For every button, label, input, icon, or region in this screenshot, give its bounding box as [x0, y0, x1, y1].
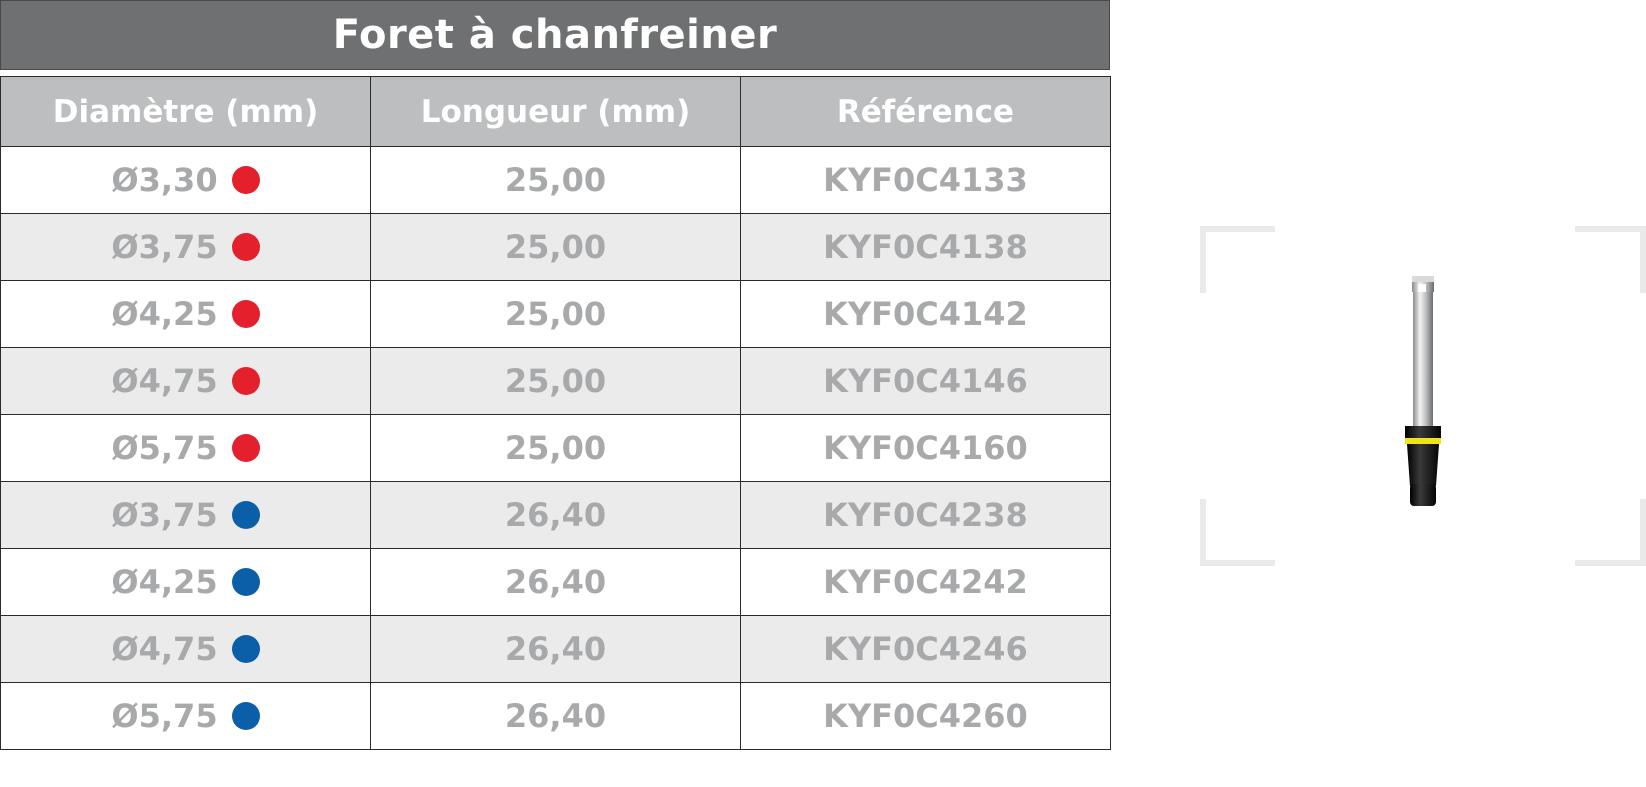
cell-length: 25,00 — [370, 280, 741, 348]
table-row: Ø3,30 25,00 KYF0C4133 — [0, 146, 1111, 214]
cell-diameter: Ø3,30 — [0, 146, 371, 214]
red-dot-icon — [231, 434, 260, 462]
table-row: Ø4,75 26,40 KYF0C4246 — [0, 615, 1111, 683]
product-spec-table: Diamètre (mm) Longueur (mm) Référence Ø3… — [0, 76, 1111, 750]
blue-dot-icon — [231, 702, 260, 730]
blue-dot-icon — [231, 501, 260, 529]
diameter-value: Ø3,30 — [111, 161, 218, 199]
diameter-value-group: Ø4,75 — [111, 630, 260, 668]
diameter-value: Ø3,75 — [111, 496, 218, 534]
red-dot-icon — [231, 300, 260, 328]
diameter-value-group: Ø5,75 — [111, 429, 260, 467]
column-header-diameter: Diamètre (mm) — [0, 76, 371, 147]
column-header-length: Longueur (mm) — [370, 76, 741, 147]
diameter-value-group: Ø4,25 — [111, 295, 260, 333]
diameter-value-group: Ø3,75 — [111, 228, 260, 266]
cell-length: 25,00 — [370, 146, 741, 214]
cell-reference: KYF0C4160 — [740, 414, 1111, 482]
diameter-value: Ø5,75 — [111, 429, 218, 467]
diameter-value-group: Ø4,75 — [111, 362, 260, 400]
cell-reference: KYF0C4246 — [740, 615, 1111, 683]
red-dot-icon — [231, 166, 260, 194]
blue-dot-icon — [231, 635, 260, 663]
cell-reference: KYF0C4138 — [740, 213, 1111, 281]
diameter-value: Ø5,75 — [111, 697, 218, 735]
diameter-value-group: Ø3,75 — [111, 496, 260, 534]
table-title: Foret à chanfreiner — [332, 12, 778, 58]
diameter-value-group: Ø3,30 — [111, 161, 260, 199]
table-row: Ø5,75 26,40 KYF0C4260 — [0, 682, 1111, 750]
cell-reference: KYF0C4238 — [740, 481, 1111, 549]
blue-dot-icon — [231, 568, 260, 596]
cell-diameter: Ø4,25 — [0, 548, 371, 616]
cell-length: 26,40 — [370, 548, 741, 616]
cell-length: 26,40 — [370, 615, 741, 683]
table-row: Ø4,25 26,40 KYF0C4242 — [0, 548, 1111, 616]
chamfer-drill-icon — [1405, 276, 1441, 506]
cell-length: 25,00 — [370, 213, 741, 281]
cell-diameter: Ø3,75 — [0, 213, 371, 281]
cell-diameter: Ø4,25 — [0, 280, 371, 348]
table-row: Ø4,75 25,00 KYF0C4146 — [0, 347, 1111, 415]
diameter-value: Ø4,25 — [111, 295, 218, 333]
red-dot-icon — [231, 367, 260, 395]
diameter-value: Ø4,75 — [111, 362, 218, 400]
cell-diameter: Ø3,75 — [0, 481, 371, 549]
table-title-bar: Foret à chanfreiner — [0, 0, 1110, 70]
table-row: Ø3,75 25,00 KYF0C4138 — [0, 213, 1111, 281]
cell-diameter: Ø5,75 — [0, 682, 371, 750]
cell-reference: KYF0C4133 — [740, 146, 1111, 214]
cell-length: 25,00 — [370, 414, 741, 482]
red-dot-icon — [231, 233, 260, 261]
diameter-value-group: Ø4,25 — [111, 563, 260, 601]
table-row: Ø3,75 26,40 KYF0C4238 — [0, 481, 1111, 549]
cell-reference: KYF0C4242 — [740, 548, 1111, 616]
product-image-area — [1200, 226, 1646, 566]
cell-length: 26,40 — [370, 481, 741, 549]
column-header-reference: Référence — [740, 76, 1111, 147]
cell-diameter: Ø4,75 — [0, 615, 371, 683]
cell-diameter: Ø5,75 — [0, 414, 371, 482]
diameter-value: Ø4,25 — [111, 563, 218, 601]
cell-reference: KYF0C4142 — [740, 280, 1111, 348]
table-row: Ø4,25 25,00 KYF0C4142 — [0, 280, 1111, 348]
diameter-value: Ø3,75 — [111, 228, 218, 266]
cell-reference: KYF0C4260 — [740, 682, 1111, 750]
cell-diameter: Ø4,75 — [0, 347, 371, 415]
table-header-row: Diamètre (mm) Longueur (mm) Référence — [0, 76, 1111, 147]
table-row: Ø5,75 25,00 KYF0C4160 — [0, 414, 1111, 482]
diameter-value-group: Ø5,75 — [111, 697, 260, 735]
cell-reference: KYF0C4146 — [740, 347, 1111, 415]
cell-length: 26,40 — [370, 682, 741, 750]
cell-length: 25,00 — [370, 347, 741, 415]
diameter-value: Ø4,75 — [111, 630, 218, 668]
